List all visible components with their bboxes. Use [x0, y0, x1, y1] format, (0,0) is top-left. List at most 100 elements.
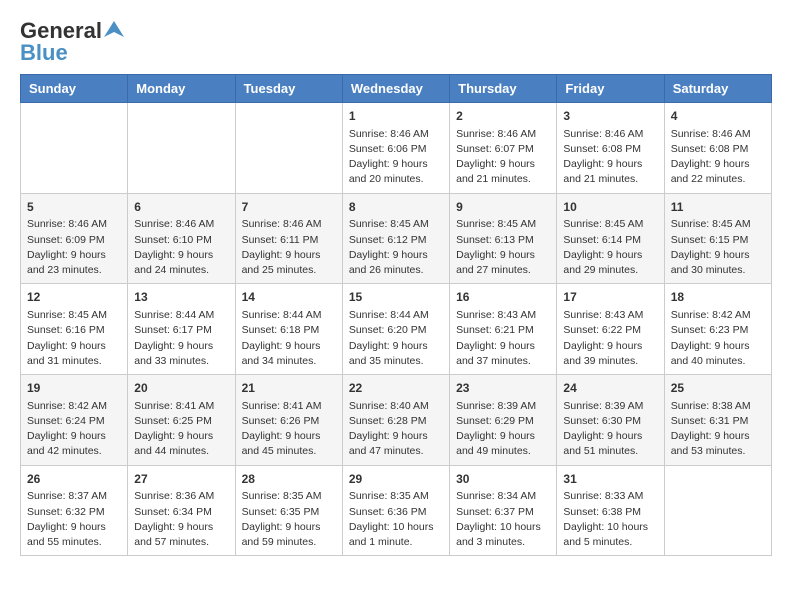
day-number: 6 — [134, 199, 228, 216]
calendar-cell: 7Sunrise: 8:46 AM Sunset: 6:11 PM Daylig… — [235, 193, 342, 284]
cell-content: Sunrise: 8:40 AM Sunset: 6:28 PM Dayligh… — [349, 399, 443, 460]
calendar-cell: 19 Sunrise: 8:42 AM Sunset: 6:24 PM Dayli… — [21, 375, 128, 466]
cell-content: Sunrise: 8:46 AM Sunset: 6:06 PM Dayligh… — [349, 127, 443, 188]
cell-content: Sunrise: 8:35 AM Sunset: 6:35 PM Dayligh… — [242, 489, 336, 550]
cell-content: Sunrise: 8:42 AM Sunset: 6:23 PM Dayligh… — [671, 308, 765, 369]
calendar-cell: 16Sunrise: 8:43 AM Sunset: 6:21 PM Dayli… — [450, 284, 557, 375]
calendar-week-row: 1 Sunrise: 8:46 AM Sunset: 6:06 PM Daylig… — [21, 103, 772, 194]
calendar-cell: 30Sunrise: 8:34 AM Sunset: 6:37 PM Dayli… — [450, 465, 557, 556]
calendar-cell: 17Sunrise: 8:43 AM Sunset: 6:22 PM Dayli… — [557, 284, 664, 375]
day-number: 14 — [242, 289, 336, 306]
calendar-cell — [128, 103, 235, 194]
calendar-cell: 3 Sunrise: 8:46 AM Sunset: 6:08 PM Daylig… — [557, 103, 664, 194]
calendar-cell — [235, 103, 342, 194]
calendar-week-row: 26Sunrise: 8:37 AM Sunset: 6:32 PM Dayli… — [21, 465, 772, 556]
day-number: 13 — [134, 289, 228, 306]
day-number: 18 — [671, 289, 765, 306]
calendar-header-friday: Friday — [557, 75, 664, 103]
calendar-cell: 15 Sunrise: 8:44 AM Sunset: 6:20 PM Dayli… — [342, 284, 449, 375]
calendar-cell: 11Sunrise: 8:45 AM Sunset: 6:15 PM Dayli… — [664, 193, 771, 284]
day-number: 11 — [671, 199, 765, 216]
calendar-cell: 21Sunrise: 8:41 AM Sunset: 6:26 PM Dayli… — [235, 375, 342, 466]
cell-content: Sunrise: 8:45 AM Sunset: 6:15 PM Dayligh… — [671, 217, 765, 278]
cell-content: Sunrise: 8:41 AM Sunset: 6:25 PM Dayligh… — [134, 399, 228, 460]
cell-content: Sunrise: 8:38 AM Sunset: 6:31 PM Dayligh… — [671, 399, 765, 460]
cell-content: Sunrise: 8:44 AM Sunset: 6:20 PM Dayligh… — [349, 308, 443, 369]
calendar-cell: 1 Sunrise: 8:46 AM Sunset: 6:06 PM Daylig… — [342, 103, 449, 194]
day-number: 25 — [671, 380, 765, 397]
day-number: 10 — [563, 199, 657, 216]
day-number: 19 — [27, 380, 121, 397]
calendar-cell — [664, 465, 771, 556]
calendar-cell: 27Sunrise: 8:36 AM Sunset: 6:34 PM Dayli… — [128, 465, 235, 556]
calendar-cell: 8Sunrise: 8:45 AM Sunset: 6:12 PM Daylig… — [342, 193, 449, 284]
day-number: 22 — [349, 380, 443, 397]
calendar-cell: 14 Sunrise: 8:44 AM Sunset: 6:18 PM Dayli… — [235, 284, 342, 375]
cell-content: Sunrise: 8:46 AM Sunset: 6:07 PM Dayligh… — [456, 127, 550, 188]
logo-general-text: General — [20, 20, 102, 42]
cell-content: Sunrise: 8:45 AM Sunset: 6:12 PM Dayligh… — [349, 217, 443, 278]
calendar-header-thursday: Thursday — [450, 75, 557, 103]
day-number: 26 — [27, 471, 121, 488]
calendar-cell: 24Sunrise: 8:39 AM Sunset: 6:30 PM Dayli… — [557, 375, 664, 466]
day-number: 27 — [134, 471, 228, 488]
day-number: 3 — [563, 108, 657, 125]
calendar-header-saturday: Saturday — [664, 75, 771, 103]
day-number: 20 — [134, 380, 228, 397]
calendar-header-tuesday: Tuesday — [235, 75, 342, 103]
calendar-cell: 13 Sunrise: 8:44 AM Sunset: 6:17 PM Dayli… — [128, 284, 235, 375]
cell-content: Sunrise: 8:46 AM Sunset: 6:10 PM Dayligh… — [134, 217, 228, 278]
day-number: 16 — [456, 289, 550, 306]
cell-content: Sunrise: 8:39 AM Sunset: 6:29 PM Dayligh… — [456, 399, 550, 460]
day-number: 8 — [349, 199, 443, 216]
cell-content: Sunrise: 8:44 AM Sunset: 6:18 PM Dayligh… — [242, 308, 336, 369]
day-number: 15 — [349, 289, 443, 306]
calendar-cell: 28Sunrise: 8:35 AM Sunset: 6:35 PM Dayli… — [235, 465, 342, 556]
cell-content: Sunrise: 8:42 AM Sunset: 6:24 PM Dayligh… — [27, 399, 121, 460]
logo-bird-icon — [104, 19, 124, 39]
calendar-header-sunday: Sunday — [21, 75, 128, 103]
calendar-cell: 6Sunrise: 8:46 AM Sunset: 6:10 PM Daylig… — [128, 193, 235, 284]
cell-content: Sunrise: 8:33 AM Sunset: 6:38 PM Dayligh… — [563, 489, 657, 550]
cell-content: Sunrise: 8:36 AM Sunset: 6:34 PM Dayligh… — [134, 489, 228, 550]
calendar-week-row: 5Sunrise: 8:46 AM Sunset: 6:09 PM Daylig… — [21, 193, 772, 284]
calendar-cell: 23 Sunrise: 8:39 AM Sunset: 6:29 PM Dayli… — [450, 375, 557, 466]
calendar-cell: 18 Sunrise: 8:42 AM Sunset: 6:23 PM Dayli… — [664, 284, 771, 375]
calendar-cell: 10Sunrise: 8:45 AM Sunset: 6:14 PM Dayli… — [557, 193, 664, 284]
calendar-cell — [21, 103, 128, 194]
page-header: General Blue — [20, 20, 772, 64]
calendar-header-monday: Monday — [128, 75, 235, 103]
calendar-cell: 31Sunrise: 8:33 AM Sunset: 6:38 PM Dayli… — [557, 465, 664, 556]
cell-content: Sunrise: 8:44 AM Sunset: 6:17 PM Dayligh… — [134, 308, 228, 369]
day-number: 24 — [563, 380, 657, 397]
calendar-cell: 9Sunrise: 8:45 AM Sunset: 6:13 PM Daylig… — [450, 193, 557, 284]
cell-content: Sunrise: 8:46 AM Sunset: 6:08 PM Dayligh… — [563, 127, 657, 188]
calendar-header-row: SundayMondayTuesdayWednesdayThursdayFrid… — [21, 75, 772, 103]
day-number: 4 — [671, 108, 765, 125]
cell-content: Sunrise: 8:46 AM Sunset: 6:08 PM Dayligh… — [671, 127, 765, 188]
cell-content: Sunrise: 8:46 AM Sunset: 6:09 PM Dayligh… — [27, 217, 121, 278]
calendar-cell: 29Sunrise: 8:35 AM Sunset: 6:36 PM Dayli… — [342, 465, 449, 556]
calendar-week-row: 19 Sunrise: 8:42 AM Sunset: 6:24 PM Dayli… — [21, 375, 772, 466]
cell-content: Sunrise: 8:37 AM Sunset: 6:32 PM Dayligh… — [27, 489, 121, 550]
calendar-table: SundayMondayTuesdayWednesdayThursdayFrid… — [20, 74, 772, 556]
calendar-cell: 12Sunrise: 8:45 AM Sunset: 6:16 PM Dayli… — [21, 284, 128, 375]
day-number: 12 — [27, 289, 121, 306]
cell-content: Sunrise: 8:34 AM Sunset: 6:37 PM Dayligh… — [456, 489, 550, 550]
calendar-cell: 20 Sunrise: 8:41 AM Sunset: 6:25 PM Dayli… — [128, 375, 235, 466]
calendar-cell: 25 Sunrise: 8:38 AM Sunset: 6:31 PM Dayli… — [664, 375, 771, 466]
calendar-cell: 26Sunrise: 8:37 AM Sunset: 6:32 PM Dayli… — [21, 465, 128, 556]
day-number: 23 — [456, 380, 550, 397]
day-number: 9 — [456, 199, 550, 216]
cell-content: Sunrise: 8:46 AM Sunset: 6:11 PM Dayligh… — [242, 217, 336, 278]
cell-content: Sunrise: 8:43 AM Sunset: 6:22 PM Dayligh… — [563, 308, 657, 369]
calendar-week-row: 12Sunrise: 8:45 AM Sunset: 6:16 PM Dayli… — [21, 284, 772, 375]
day-number: 1 — [349, 108, 443, 125]
day-number: 28 — [242, 471, 336, 488]
day-number: 29 — [349, 471, 443, 488]
day-number: 7 — [242, 199, 336, 216]
calendar-cell: 22 Sunrise: 8:40 AM Sunset: 6:28 PM Dayli… — [342, 375, 449, 466]
day-number: 21 — [242, 380, 336, 397]
calendar-cell: 4 Sunrise: 8:46 AM Sunset: 6:08 PM Daylig… — [664, 103, 771, 194]
logo: General Blue — [20, 20, 124, 64]
